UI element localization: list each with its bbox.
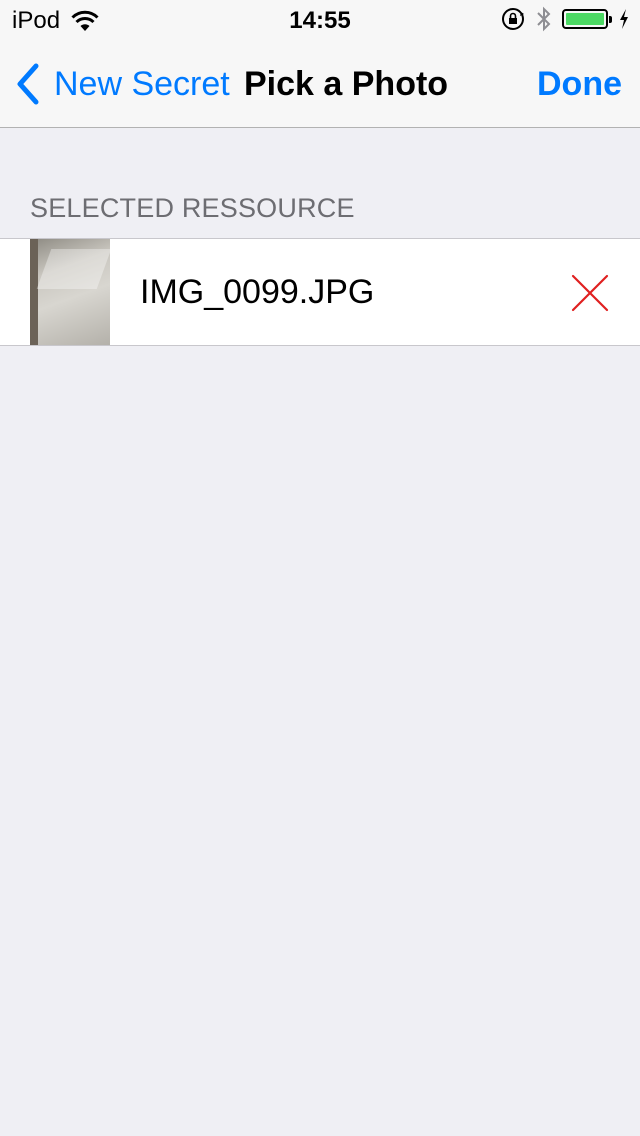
done-button[interactable]: Done — [537, 40, 622, 128]
resource-filename: IMG_0099.JPG — [140, 273, 375, 311]
status-right — [500, 6, 630, 32]
bluetooth-icon — [537, 6, 551, 32]
back-button[interactable]: New Secret — [14, 40, 230, 128]
back-button-label: New Secret — [54, 64, 230, 103]
rotation-lock-icon — [502, 8, 524, 30]
battery-level — [566, 13, 604, 25]
page-title: Pick a Photo — [244, 65, 449, 103]
table-row[interactable]: IMG_0099.JPG — [0, 238, 640, 346]
charging-icon — [620, 9, 628, 29]
remove-x-icon[interactable] — [570, 273, 610, 313]
navigation-bar: New Secret Pick a Photo Done — [0, 40, 640, 128]
photo-thumbnail — [30, 239, 110, 345]
battery-icon — [562, 9, 612, 29]
chevron-left-icon — [17, 63, 39, 105]
status-bar: iPod 14:55 — [0, 0, 640, 40]
section-header: SELECTED RESSOURCE — [30, 193, 355, 223]
